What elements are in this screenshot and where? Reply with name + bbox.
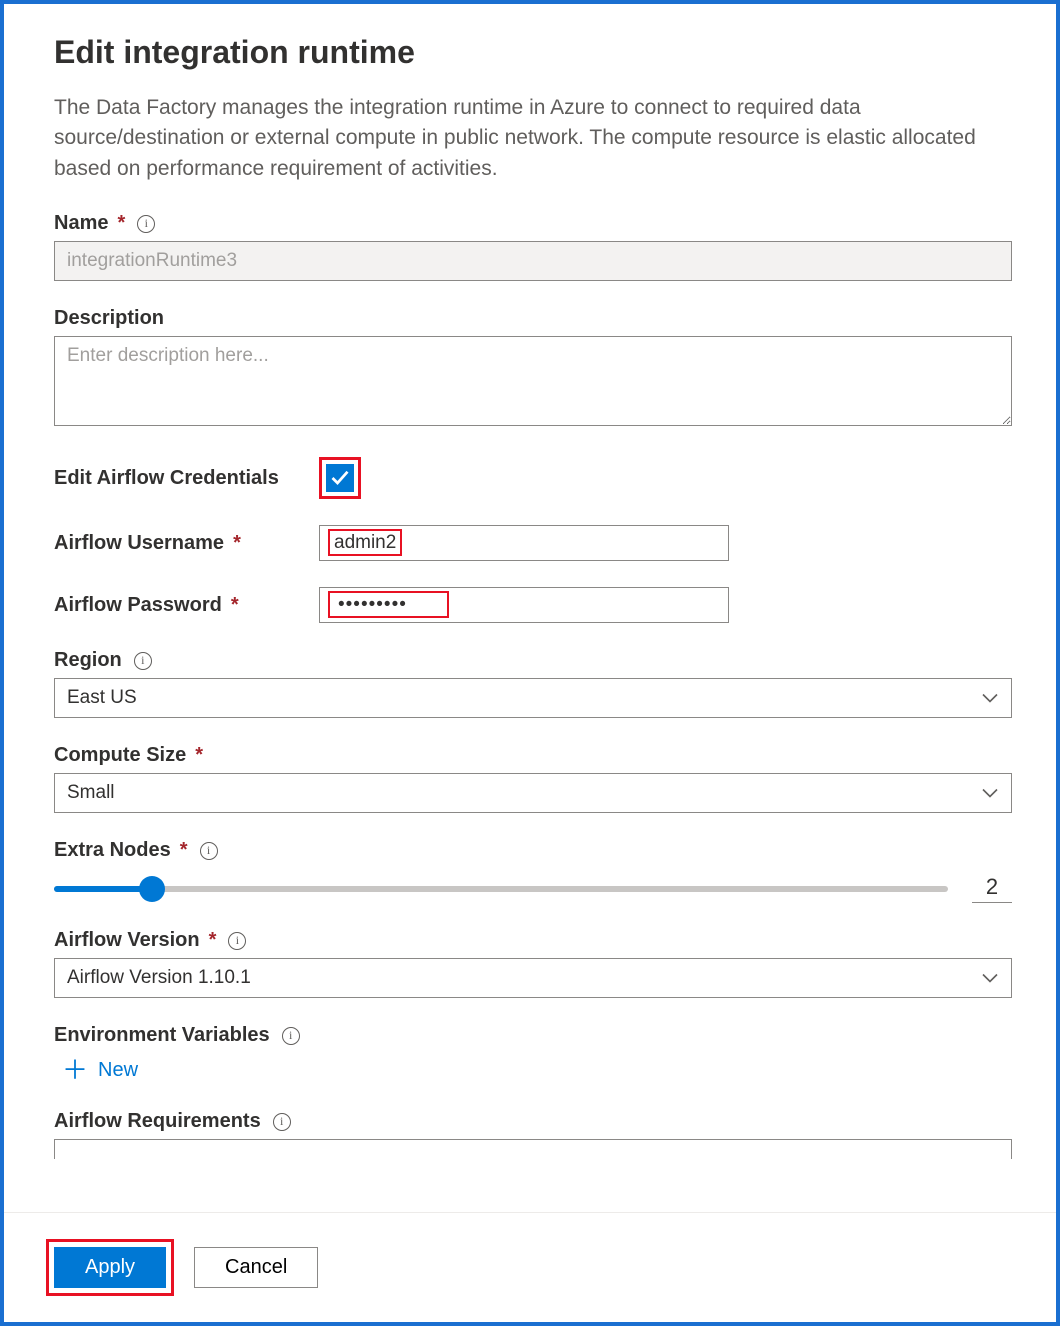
required-asterisk: * xyxy=(209,929,217,952)
requirements-block: Airflow Requirements i xyxy=(54,1110,1012,1159)
username-input[interactable]: admin2 xyxy=(319,525,729,561)
password-row: Airflow Password * ••••••••• xyxy=(54,587,1012,623)
env-vars-block: Environment Variables i ＋ New xyxy=(54,1024,1012,1084)
password-highlight: ••••••••• xyxy=(328,591,449,618)
add-env-var-button[interactable]: ＋ New xyxy=(62,1057,138,1083)
env-vars-label: Environment Variables i xyxy=(54,1024,1012,1047)
description-field-block: Description xyxy=(54,307,1012,431)
compute-size-select[interactable]: Small xyxy=(54,773,1012,813)
password-input[interactable]: ••••••••• xyxy=(319,587,729,623)
region-select[interactable]: East US xyxy=(54,678,1012,718)
extra-nodes-label: Extra Nodes * i xyxy=(54,839,1012,862)
region-label: Region i xyxy=(54,649,1012,672)
slider-fill xyxy=(54,886,152,892)
edit-credentials-checkbox[interactable] xyxy=(326,464,354,492)
info-icon[interactable]: i xyxy=(273,1113,291,1131)
page-title: Edit integration runtime xyxy=(54,34,1012,71)
info-icon[interactable]: i xyxy=(137,215,155,233)
edit-runtime-panel: Edit integration runtime The Data Factor… xyxy=(4,4,1056,1212)
compute-field-block: Compute Size * Small xyxy=(54,744,1012,813)
cancel-button[interactable]: Cancel xyxy=(194,1247,318,1288)
info-icon[interactable]: i xyxy=(200,842,218,860)
slider-thumb[interactable] xyxy=(139,876,165,902)
info-icon[interactable]: i xyxy=(134,652,152,670)
info-icon[interactable]: i xyxy=(228,932,246,950)
username-row: Airflow Username * admin2 xyxy=(54,525,1012,561)
description-label: Description xyxy=(54,307,1012,330)
plus-icon: ＋ xyxy=(62,1057,88,1083)
extra-nodes-value[interactable]: 2 xyxy=(972,874,1012,903)
info-icon[interactable]: i xyxy=(282,1027,300,1045)
extra-nodes-slider[interactable] xyxy=(54,886,948,892)
region-field-block: Region i East US xyxy=(54,649,1012,718)
page-description: The Data Factory manages the integration… xyxy=(54,93,1012,184)
required-asterisk: * xyxy=(231,594,239,617)
edit-credentials-row: Edit Airflow Credentials xyxy=(54,457,1012,499)
version-label: Airflow Version * i xyxy=(54,929,1012,952)
required-asterisk: * xyxy=(117,212,125,235)
version-field-block: Airflow Version * i Airflow Version 1.10… xyxy=(54,929,1012,998)
compute-label: Compute Size * xyxy=(54,744,1012,767)
name-label: Name * i xyxy=(54,212,1012,235)
required-asterisk: * xyxy=(180,839,188,862)
name-input xyxy=(54,241,1012,281)
password-label: Airflow Password * xyxy=(54,594,319,617)
extra-nodes-block: Extra Nodes * i 2 xyxy=(54,839,1012,903)
description-textarea[interactable] xyxy=(54,336,1012,426)
requirements-label: Airflow Requirements i xyxy=(54,1110,1012,1133)
check-icon xyxy=(330,468,350,488)
required-asterisk: * xyxy=(195,744,203,767)
edit-credentials-label: Edit Airflow Credentials xyxy=(54,467,319,490)
username-highlight: admin2 xyxy=(328,529,402,556)
airflow-version-select[interactable]: Airflow Version 1.10.1 xyxy=(54,958,1012,998)
username-label: Airflow Username * xyxy=(54,532,319,555)
apply-button[interactable]: Apply xyxy=(54,1247,166,1288)
name-field-block: Name * i xyxy=(54,212,1012,281)
requirements-input[interactable] xyxy=(54,1139,1012,1159)
required-asterisk: * xyxy=(233,532,241,555)
footer-bar: Apply Cancel xyxy=(4,1212,1056,1322)
